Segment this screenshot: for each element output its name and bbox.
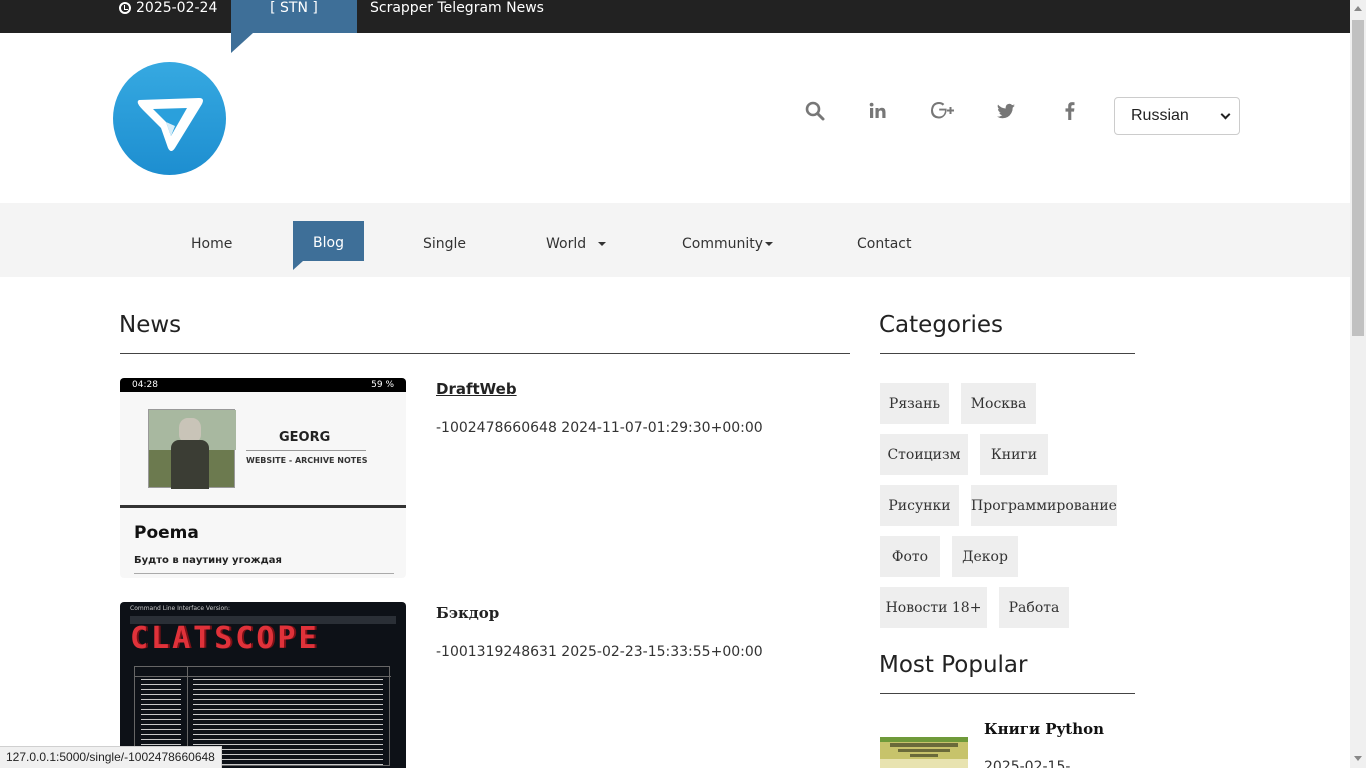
page-scrollbar[interactable] <box>1350 0 1366 768</box>
chevron-down-icon <box>1220 109 1231 119</box>
post-meta: -1001319248631 2025-02-23-15:33:55+00:00 <box>436 644 763 660</box>
category-tag[interactable]: Работа <box>999 587 1069 628</box>
nav-item-contact[interactable]: Contact <box>857 236 911 252</box>
scrollbar-thumb[interactable] <box>1352 20 1364 336</box>
nav-item-label: Community <box>682 236 764 252</box>
nav-item-single[interactable]: Single <box>423 236 466 252</box>
scroll-up-icon[interactable] <box>1354 6 1362 11</box>
top-bar: 2025-02-24 [ STN ] Scrapper Telegram New… <box>0 0 1350 53</box>
most-popular-divider <box>880 693 1135 694</box>
most-popular-heading: Most Popular <box>879 652 1028 678</box>
profile-subtitle: WEBSITE - ARCHIVE NOTES <box>246 456 368 465</box>
facebook-icon[interactable] <box>1059 100 1081 122</box>
category-tag[interactable]: Фото <box>880 536 940 577</box>
terminal-header: Command Line Interface Version: <box>130 605 231 612</box>
site-logo[interactable] <box>113 62 226 175</box>
news-divider <box>120 353 850 354</box>
caret-down-icon <box>765 242 774 246</box>
nav-item-label: World <box>546 236 587 252</box>
nav-item-label: Home <box>191 236 233 252</box>
language-select[interactable]: Russian <box>1114 97 1240 135</box>
profile-photo <box>148 409 236 489</box>
categories-heading: Categories <box>879 312 1003 338</box>
post-title-link[interactable]: DraftWeb <box>436 380 517 398</box>
post-title-link[interactable]: Бэкдор <box>436 604 499 622</box>
nav-item-label: Contact <box>857 236 912 252</box>
twitter-icon[interactable] <box>995 100 1017 122</box>
category-tag[interactable]: Новости 18+ <box>880 587 987 628</box>
search-icon[interactable] <box>804 100 826 122</box>
category-tag[interactable]: Программирование <box>971 485 1117 526</box>
linkedin-icon[interactable] <box>867 100 889 122</box>
popular-post-title[interactable]: Книги Python <box>984 720 1104 738</box>
top-date: 2025-02-24 <box>119 0 217 16</box>
terminal-logo: CLATSCOPE <box>130 621 320 656</box>
category-tag[interactable]: Москва <box>961 383 1036 424</box>
telegram-logo-icon <box>137 98 203 151</box>
site-tag[interactable]: [ STN ] <box>231 0 357 53</box>
phone-status-bar: 04:28 59 % <box>120 378 406 392</box>
profile-divider <box>246 450 366 451</box>
post-thumbnail[interactable]: 04:28 59 % GEORG WEBSITE - ARCHIVE NOTES… <box>120 378 406 578</box>
nav-item-home[interactable]: Home <box>191 236 232 252</box>
nav-item-community[interactable]: Community <box>682 236 774 252</box>
main-nav: Home Blog Single World Community Contact <box>0 203 1350 277</box>
google-plus-icon[interactable] <box>930 100 956 122</box>
post-thumbnail[interactable]: Command Line Interface Version: CLATSCOP… <box>120 602 406 768</box>
nav-item-world[interactable]: World <box>546 236 607 252</box>
poem-title: Poema <box>134 523 199 543</box>
poem-line: Будто в паутину угождая <box>134 555 282 566</box>
thumb-divider <box>120 505 406 508</box>
popular-post-thumbnail[interactable] <box>880 737 968 768</box>
categories-divider <box>880 353 1135 354</box>
clock-icon <box>119 2 131 14</box>
phone-time: 04:28 <box>132 380 158 390</box>
category-tag[interactable]: Рязань <box>880 383 949 424</box>
category-tag[interactable]: Книги <box>980 434 1048 475</box>
popular-post-date: 2025-02-15- <box>984 759 1071 768</box>
nav-item-blog[interactable]: Blog <box>293 221 364 270</box>
post-meta: -1002478660648 2024-11-07-01:29:30+00:00 <box>436 420 763 436</box>
phone-battery: 59 % <box>371 380 394 390</box>
category-tag[interactable]: Рисунки <box>880 485 959 526</box>
language-select-value: Russian <box>1131 107 1189 124</box>
category-tag[interactable]: Стоицизм <box>880 434 968 475</box>
browser-status-url: 127.0.0.1:5000/single/-1002478660648 <box>0 746 222 768</box>
site-ticker[interactable]: Scrapper Telegram News <box>370 0 544 16</box>
scroll-down-icon[interactable] <box>1354 756 1362 761</box>
nav-item-label: Single <box>423 236 467 252</box>
caret-down-icon <box>598 242 607 246</box>
poem-divider <box>134 573 394 574</box>
top-date-text: 2025-02-24 <box>136 0 218 16</box>
nav-item-label: Blog <box>313 235 344 251</box>
profile-name: GEORG <box>279 430 331 445</box>
news-heading: News <box>119 312 182 338</box>
category-tag[interactable]: Декор <box>952 536 1018 577</box>
